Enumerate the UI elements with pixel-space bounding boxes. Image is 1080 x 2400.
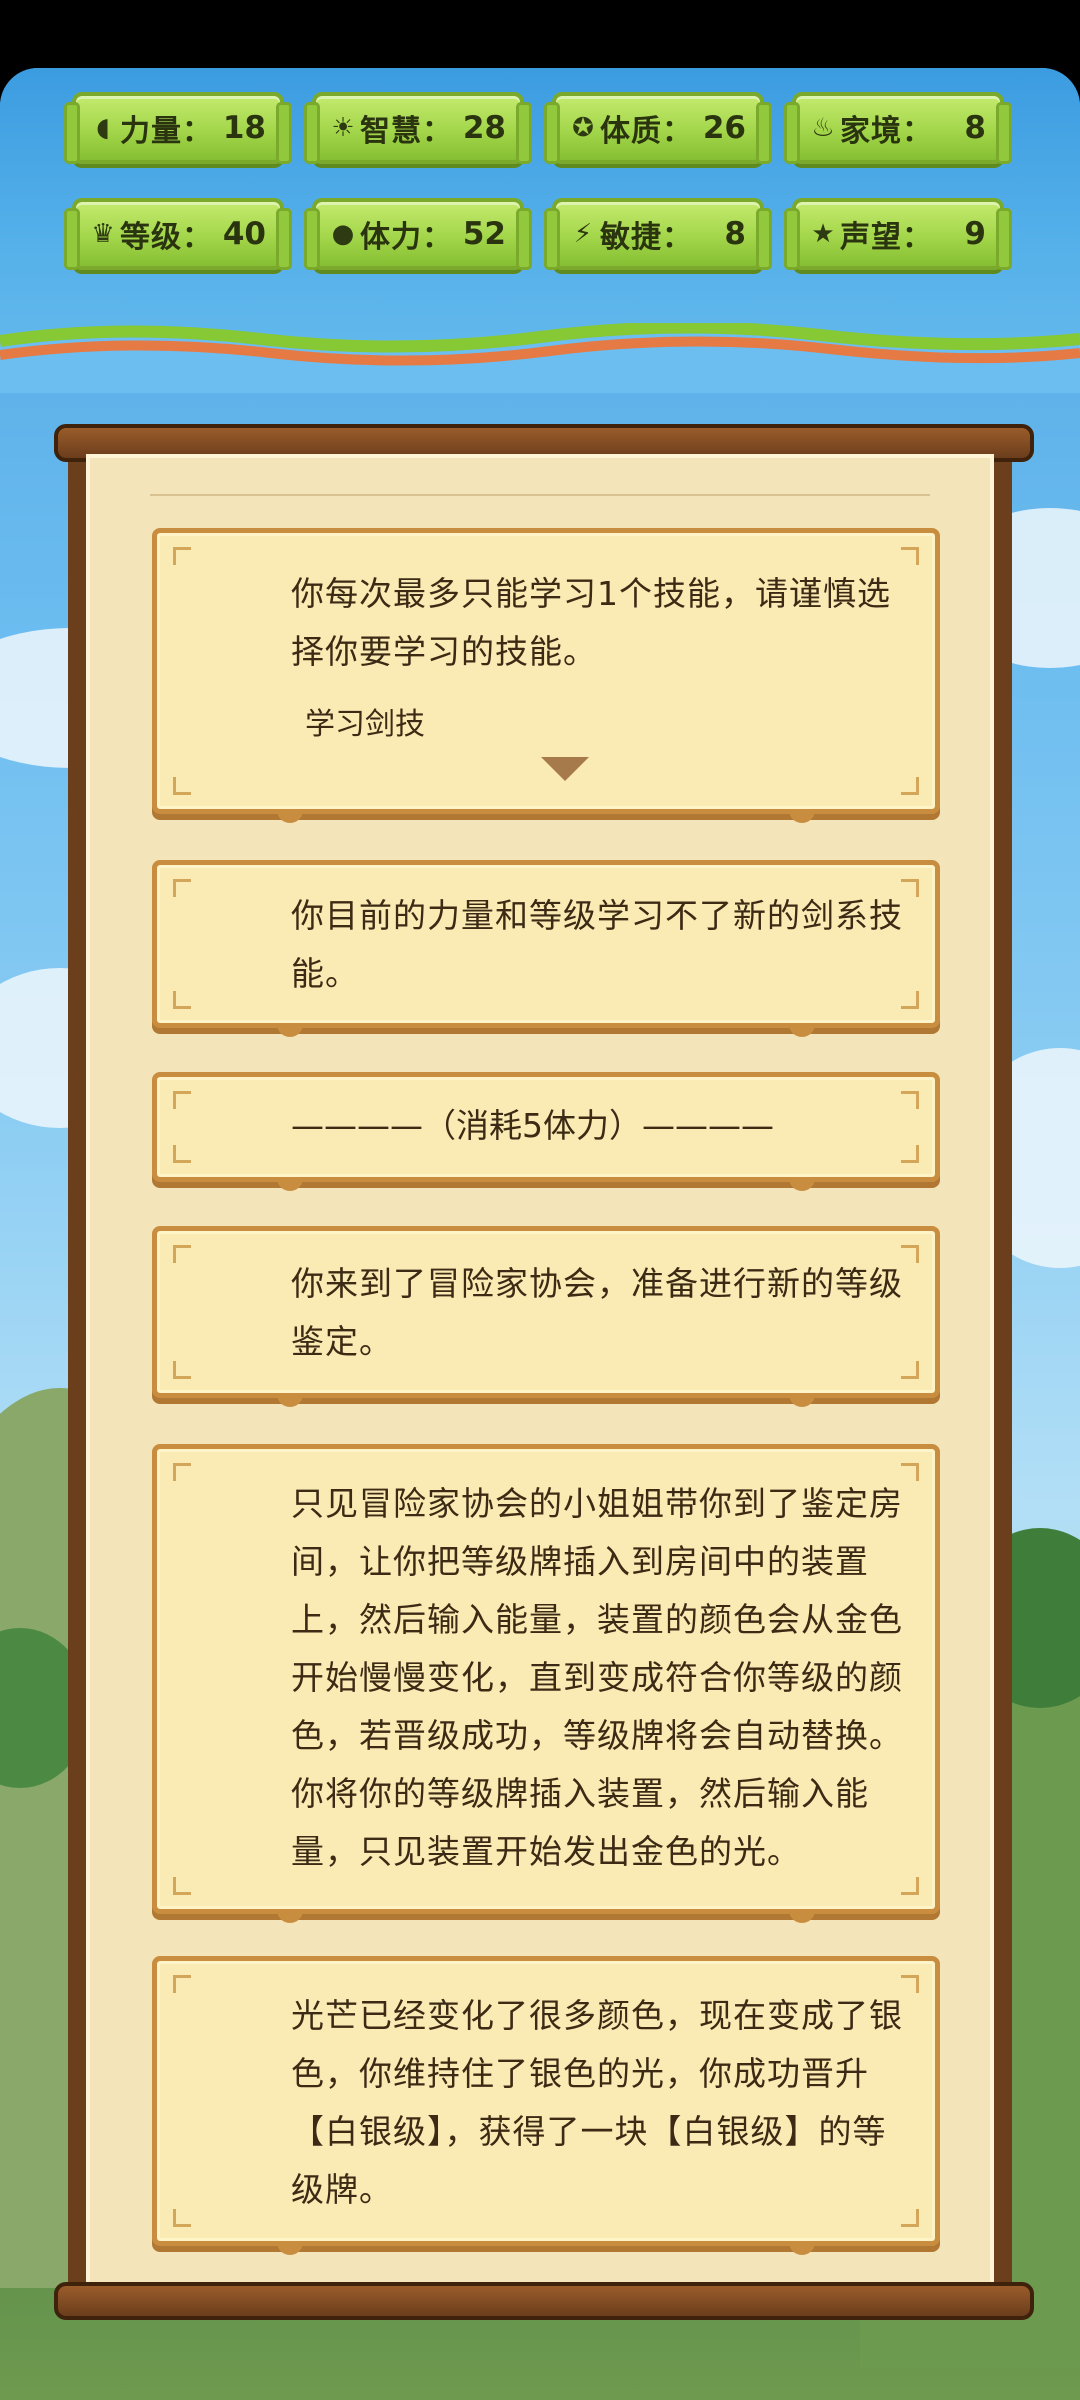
stat-colon: ： xyxy=(662,220,692,255)
grass-wave-divider xyxy=(0,323,1080,393)
event-card-cost: ————（消耗5体力）———— xyxy=(152,1072,940,1191)
event-text: 光芒已经变化了很多颜色，现在变成了银色，你维持住了银色的光，你成功晋升【白银级】… xyxy=(291,1996,903,2209)
stat-colon: ： xyxy=(902,114,932,149)
stat-label: 智慧 xyxy=(360,114,422,149)
stat-wisdom: ☀ 智慧 ： 28 xyxy=(304,92,532,164)
stat-agility: ⚡ 敏捷 ： 8 xyxy=(544,198,772,270)
stat-label: 体质 xyxy=(600,114,662,149)
event-text: 你目前的力量和等级学习不了新的剑系技能。 xyxy=(291,896,903,993)
stat-value: 40 xyxy=(222,216,266,252)
stat-family: ♨ 家境 ： 8 xyxy=(784,92,1012,164)
stat-level: ♛ 等级 ： 40 xyxy=(64,198,292,270)
stat-value: 52 xyxy=(462,216,506,252)
stat-label: 等级 xyxy=(120,220,182,255)
stat-value: 8 xyxy=(964,110,986,146)
stat-constitution: ✪ 体质 ： 26 xyxy=(544,92,772,164)
stat-colon: ： xyxy=(422,114,452,149)
event-card-guild: 你来到了冒险家协会，准备进行新的等级鉴定。 xyxy=(152,1226,940,1407)
reputation-icon: ★ xyxy=(811,219,835,249)
stat-value: 9 xyxy=(964,216,986,252)
dropdown-arrow-icon[interactable] xyxy=(541,757,589,781)
stat-label: 力量 xyxy=(120,114,182,149)
scroll-rod-bottom xyxy=(54,2282,1034,2320)
stat-value: 18 xyxy=(222,110,266,146)
stamina-icon: ● xyxy=(331,219,355,249)
stat-colon: ： xyxy=(422,220,452,255)
stat-colon: ： xyxy=(662,114,692,149)
event-scroll[interactable]: 你每次最多只能学习1个技能，请谨慎选择你要学习的技能。 学习剑技 你目前的力量和… xyxy=(54,424,1034,2320)
event-text: 你每次最多只能学习1个技能，请谨慎选择你要学习的技能。 xyxy=(291,574,891,671)
parchment-divider xyxy=(150,494,930,496)
stat-label: 声望 xyxy=(840,220,902,255)
stat-colon: ： xyxy=(182,114,212,149)
stat-value: 8 xyxy=(724,216,746,252)
stat-reputation: ★ 声望 ： 9 xyxy=(784,198,1012,270)
event-card-appraisal: 只见冒险家协会的小姐姐带你到了鉴定房间，让你把等级牌插入到房间中的装置上，然后输… xyxy=(152,1444,940,1923)
stat-stamina: ● 体力 ： 52 xyxy=(304,198,532,270)
stat-label: 家境 xyxy=(840,114,902,149)
skill-choice-select[interactable]: 学习剑技 xyxy=(305,699,907,743)
event-card-skill: 你每次最多只能学习1个技能，请谨慎选择你要学习的技能。 学习剑技 xyxy=(152,528,940,823)
stat-value: 26 xyxy=(702,110,746,146)
agility-icon: ⚡ xyxy=(573,219,593,249)
strength-icon: ◖ xyxy=(96,113,110,143)
stat-value: 28 xyxy=(462,110,506,146)
event-text: 你来到了冒险家协会，准备进行新的等级鉴定。 xyxy=(291,1264,903,1361)
family-icon: ♨ xyxy=(811,113,835,143)
stat-label: 敏捷 xyxy=(600,220,662,255)
stat-label: 体力 xyxy=(360,220,422,255)
wisdom-icon: ☀ xyxy=(331,113,355,143)
stat-colon: ： xyxy=(182,220,212,255)
constitution-icon: ✪ xyxy=(572,113,594,143)
stat-colon: ： xyxy=(902,220,932,255)
stamina-cost-divider: ————（消耗5体力）———— xyxy=(291,1106,774,1145)
event-text: 只见冒险家协会的小姐姐带你到了鉴定房间，让你把等级牌插入到房间中的装置上，然后输… xyxy=(291,1484,903,1871)
game-screen: ◖ 力量 ： 18 ☀ 智慧 ： 28 ✪ 体质 ： 26 ♨ 家境 ： 8 ♛… xyxy=(0,68,1080,2400)
event-card-promotion: 光芒已经变化了很多颜色，现在变成了银色，你维持住了银色的光，你成功晋升【白银级】… xyxy=(152,1956,940,2255)
parchment: 你每次最多只能学习1个技能，请谨慎选择你要学习的技能。 学习剑技 你目前的力量和… xyxy=(86,454,994,2290)
event-card-skill-fail: 你目前的力量和等级学习不了新的剑系技能。 xyxy=(152,860,940,1037)
stat-strength: ◖ 力量 ： 18 xyxy=(64,92,292,164)
level-icon: ♛ xyxy=(91,219,115,249)
